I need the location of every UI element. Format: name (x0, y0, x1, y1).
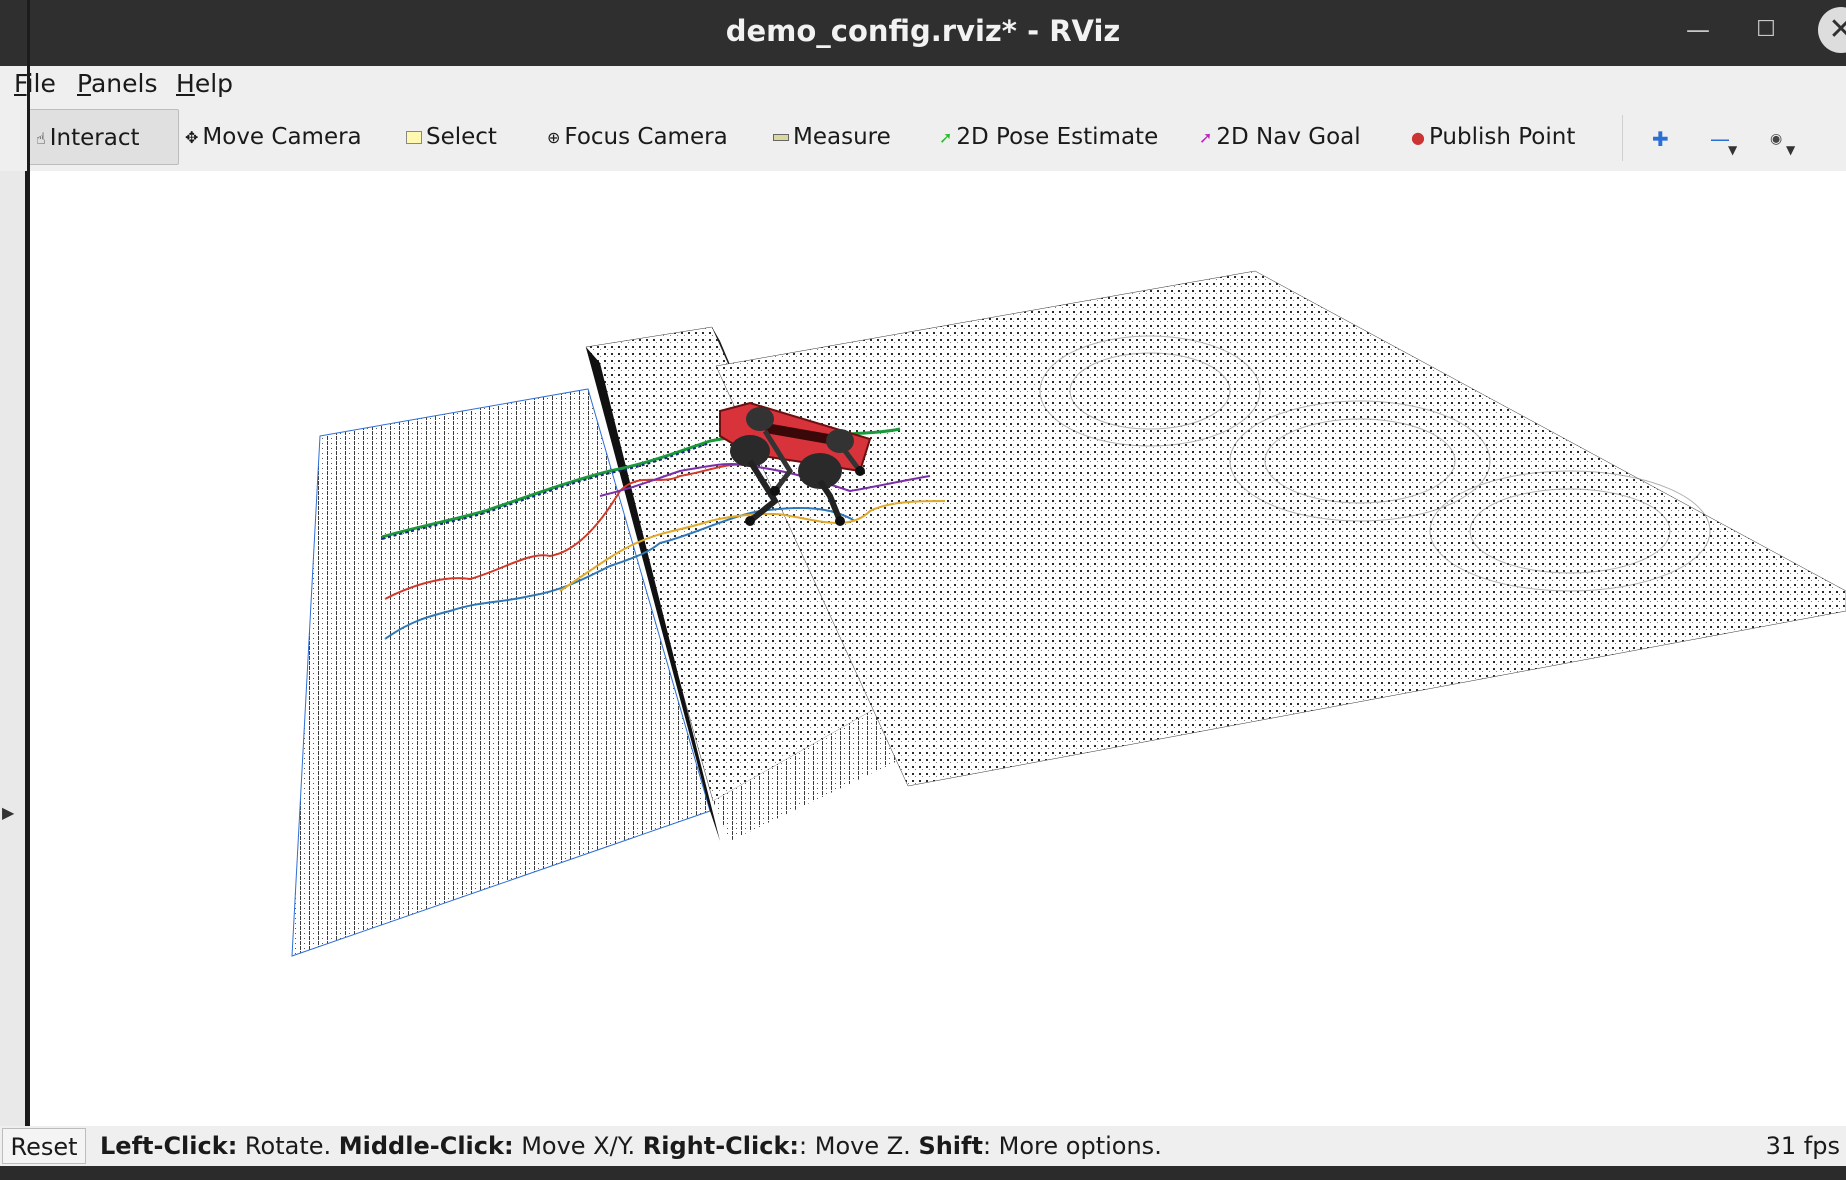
window-title: demo_config.rviz* - RViz (725, 14, 1121, 48)
menu-help-mnemonic: H (176, 69, 195, 98)
maximize-icon[interactable]: ☐ (1746, 10, 1786, 50)
minimize-icon[interactable]: — (1678, 10, 1718, 50)
fps-counter: 31 fps (1765, 1132, 1840, 1160)
hint-more-options: : More options. (982, 1132, 1162, 1160)
2d-nav-goal-tool-button[interactable]: ➚ 2D Nav Goal (1199, 109, 1361, 165)
menu-panels-label: anels (90, 69, 158, 98)
2d-pose-estimate-tool-button[interactable]: ➚ 2D Pose Estimate (939, 109, 1158, 165)
select-tool-button[interactable]: Select (406, 109, 497, 165)
menu-file[interactable]: File (14, 66, 56, 102)
menu-file-mnemonic: F (14, 69, 27, 98)
collapsed-side-panel[interactable]: ▶ (0, 171, 27, 1126)
expand-arrow-icon[interactable]: ▶ (2, 803, 14, 822)
cursor-icon: ☝ (36, 128, 46, 148)
chevron-down-icon[interactable]: ▼ (1786, 143, 1795, 157)
select-label: Select (426, 124, 497, 150)
move-camera-label: Move Camera (202, 124, 362, 150)
status-hint: Left-Click: Rotate. Middle-Click: Move X… (100, 1128, 1162, 1164)
hint-rotate: Rotate. (237, 1132, 339, 1160)
hint-left-click: Left-Click: (100, 1132, 238, 1160)
2d-pose-estimate-label: 2D Pose Estimate (956, 124, 1159, 150)
robot-foot-3 (770, 486, 780, 496)
terrain-right-plane (715, 270, 1846, 787)
publish-point-tool-button[interactable]: ● Publish Point (1411, 109, 1575, 165)
hint-middle-click: Middle-Click: (338, 1132, 514, 1160)
robot-hip-rr (826, 429, 854, 453)
2d-nav-goal-label: 2D Nav Goal (1216, 124, 1361, 150)
eye-icon[interactable]: ◉ (1770, 119, 1782, 159)
interact-tool-button[interactable]: ☝ Interact (27, 109, 179, 165)
plus-icon[interactable]: ✚ (1652, 119, 1669, 159)
magenta-arrow-icon: ➚ (1199, 127, 1213, 147)
measure-tool-button[interactable]: Measure (773, 109, 891, 165)
robot-hip-fr (746, 407, 774, 431)
hint-right-click: Right-Click: (642, 1132, 800, 1160)
toolbar-separator (1622, 115, 1623, 161)
menu-panels[interactable]: Panels (77, 66, 157, 102)
publish-point-label: Publish Point (1428, 124, 1576, 150)
chevron-down-icon[interactable]: ▼ (1728, 143, 1737, 157)
hint-shift: Shift (918, 1132, 983, 1160)
hint-move-xy: Move X/Y. (513, 1132, 643, 1160)
green-arrow-icon: ➚ (939, 127, 953, 147)
focus-camera-tool-button[interactable]: ⊕ Focus Camera (547, 109, 728, 165)
ruler-icon (773, 134, 789, 141)
hint-move-z: : Move Z. (799, 1132, 919, 1160)
robot-foot-4 (855, 466, 865, 476)
map-pin-icon: ● (1411, 127, 1425, 147)
window-bottom-edge (0, 1166, 1846, 1180)
move-arrows-icon: ✥ (185, 127, 199, 147)
crosshair-icon: ⊕ (547, 127, 561, 147)
move-camera-tool-button[interactable]: ✥ Move Camera (185, 109, 362, 165)
measure-label: Measure (793, 124, 891, 150)
focus-camera-label: Focus Camera (564, 124, 728, 150)
select-box-icon (406, 131, 422, 144)
robot-foot-2 (835, 516, 845, 526)
3d-viewport[interactable] (30, 171, 1846, 1126)
3d-render-icon[interactable] (30, 171, 1846, 1126)
menu-help-label: elp (194, 69, 234, 98)
robot-foot-1 (745, 516, 755, 526)
toolbar: ☝ Interact ✥ Move Camera Select ⊕ Focus Cam… (0, 105, 1846, 172)
minus-icon[interactable]: — (1710, 119, 1730, 159)
reset-button[interactable]: Reset (2, 1128, 86, 1164)
interact-label: Interact (49, 125, 140, 151)
menu-file-label: ile (26, 69, 56, 98)
menu-panels-mnemonic: P (77, 69, 91, 98)
menu-help[interactable]: Help (176, 66, 233, 102)
title-bar: demo_config.rviz* - RViz — ☐ ✕ (0, 0, 1846, 66)
